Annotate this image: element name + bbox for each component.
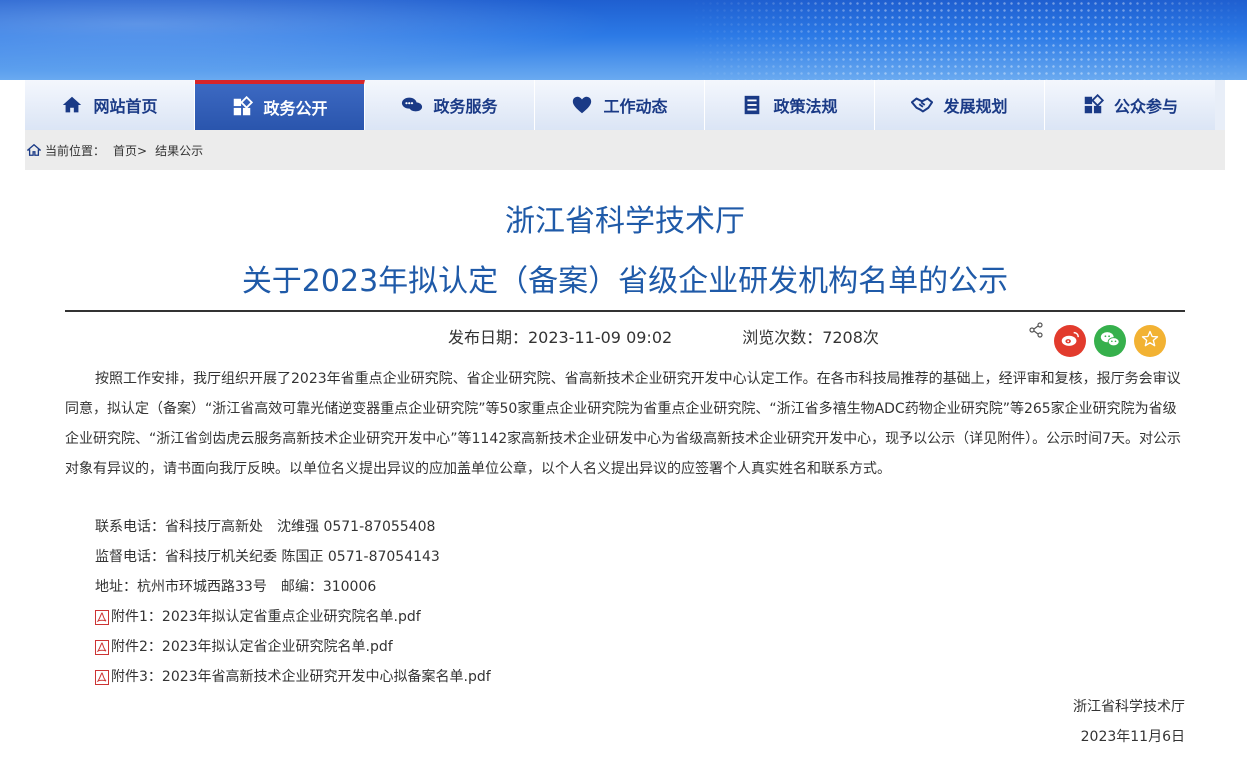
nav-item-label: 公众参与 xyxy=(1113,97,1178,116)
attachment-link-3[interactable]: 附件3：2023年省高新技术企业研究开发中心拟备案名单.pdf xyxy=(95,662,491,692)
favorite-button[interactable] xyxy=(1134,325,1166,357)
wechat-icon xyxy=(1099,328,1121,354)
nav-item-label: 政策法规 xyxy=(773,97,838,116)
participation-icon xyxy=(1082,94,1104,116)
publish-date: 发布日期：2023-11-09 09:02 xyxy=(448,328,673,347)
attachment-link-2[interactable]: 附件2：2023年拟认定省企业研究院名单.pdf xyxy=(95,632,393,662)
article-meta: 发布日期：2023-11-09 09:02 浏览次数：7208次 xyxy=(448,326,879,350)
pdf-icon xyxy=(95,609,109,625)
nav-item-open-government[interactable]: 政务公开 xyxy=(195,80,365,130)
nav-item-label: 发展规划 xyxy=(943,97,1008,116)
nav-item-planning[interactable]: 发展规划 xyxy=(875,80,1045,130)
home-icon xyxy=(27,143,41,157)
contact-line: 联系电话：省科技厅高新处 沈维强 0571-87055408 xyxy=(95,519,436,535)
nav-item-participation[interactable]: 公众参与 xyxy=(1045,80,1215,130)
breadcrumb: 当前位置： 首页> 结果公示 xyxy=(25,130,1225,170)
document-list-icon xyxy=(741,94,763,116)
attachment-label: 附件2：2023年拟认定省企业研究院名单.pdf xyxy=(111,639,393,655)
address-line: 地址：杭州市环城西路33号 邮编：310006 xyxy=(95,579,377,595)
nav-item-home[interactable]: 网站首页 xyxy=(25,80,195,130)
wechat-share-button[interactable] xyxy=(1094,325,1126,357)
heart-icon xyxy=(571,94,593,116)
breadcrumb-current[interactable]: 结果公示 xyxy=(155,142,203,159)
star-icon xyxy=(1140,329,1160,353)
weibo-icon xyxy=(1059,328,1081,354)
breadcrumb-home-link[interactable]: 首页> xyxy=(113,142,147,159)
nav-item-label: 网站首页 xyxy=(93,97,158,116)
nav-item-label: 政务公开 xyxy=(263,99,328,118)
signature-org: 浙江省科学技术厅 xyxy=(1073,699,1185,715)
home-icon xyxy=(61,94,83,116)
view-count: 浏览次数：7208次 xyxy=(742,328,879,347)
attachment-label: 附件1：2023年拟认定省重点企业研究院名单.pdf xyxy=(111,609,421,625)
handshake-icon xyxy=(911,94,934,116)
nav-item-label: 工作动态 xyxy=(603,97,668,116)
pdf-icon xyxy=(95,639,109,655)
share-icon[interactable] xyxy=(1028,322,1044,338)
attachment-label: 附件3：2023年省高新技术企业研究开发中心拟备案名单.pdf xyxy=(111,669,491,685)
main-nav: 网站首页 政务公开 政务服务 工作动态 政策法规 发展规划 公众参与 xyxy=(25,80,1225,130)
weibo-share-button[interactable] xyxy=(1054,325,1086,357)
chat-bubbles-icon xyxy=(401,94,423,116)
breadcrumb-prefix: 当前位置： xyxy=(45,143,106,158)
banner-world-map-dots xyxy=(0,0,1247,80)
article-org-title: 浙江省科学技术厅 xyxy=(505,204,745,239)
nav-item-label: 政务服务 xyxy=(433,97,498,116)
nav-item-news[interactable]: 工作动态 xyxy=(535,80,705,130)
supervise-line: 监督电话：省科技厅机关纪委 陈国正 0571-87054143 xyxy=(95,549,440,565)
article-title: 关于2023年拟认定（备案）省级企业研发机构名单的公示 xyxy=(241,264,1009,299)
nav-item-services[interactable]: 政务服务 xyxy=(365,80,535,130)
attachment-link-1[interactable]: 附件1：2023年拟认定省重点企业研究院名单.pdf xyxy=(95,602,421,632)
header-banner xyxy=(0,0,1247,80)
signature-date: 2023年11月6日 xyxy=(1080,729,1185,745)
article-body: 按照工作安排，我厅组织开展了2023年省重点企业研究院、省企业研究院、省高新技术… xyxy=(65,371,1182,477)
title-divider xyxy=(65,310,1185,312)
open-government-icon xyxy=(231,96,254,118)
pdf-icon xyxy=(95,669,109,685)
nav-item-policy[interactable]: 政策法规 xyxy=(705,80,875,130)
